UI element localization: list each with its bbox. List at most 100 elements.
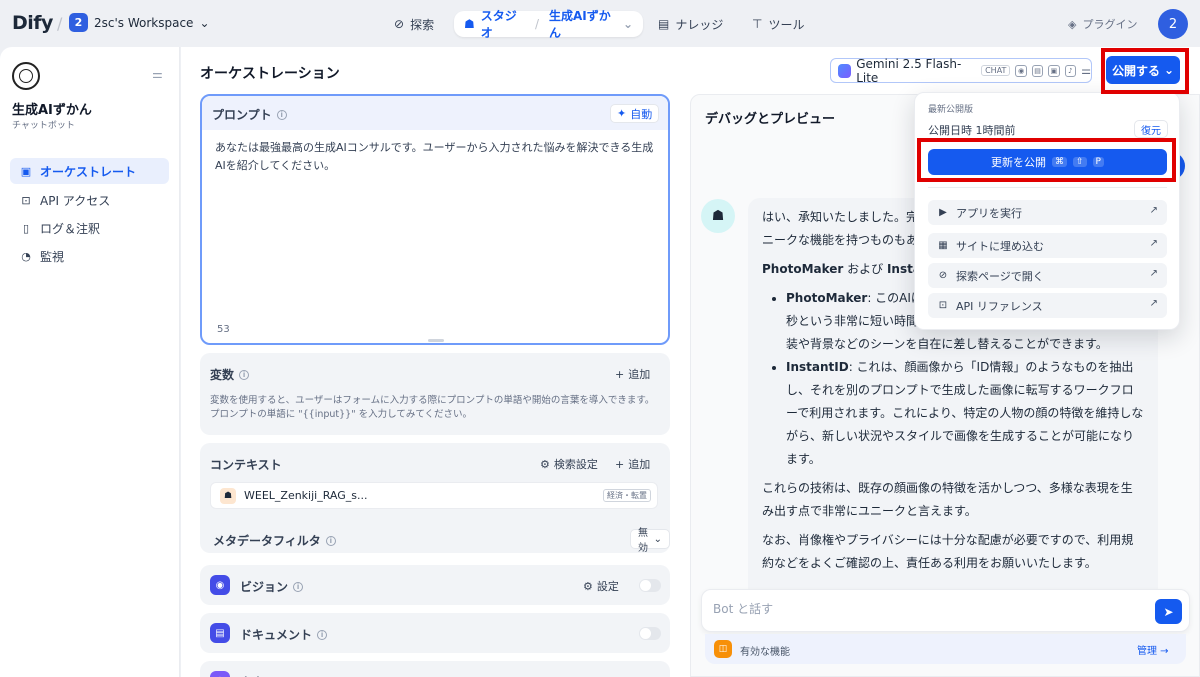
sidebar-item-api-access[interactable]: ⊡ API アクセス: [10, 187, 169, 213]
add-variable-button[interactable]: + 追加: [615, 366, 650, 382]
nav-studio[interactable]: ☗ スタジオ / 生成AIずかん ⌄: [454, 9, 643, 40]
send-button[interactable]: ➤: [1155, 599, 1182, 624]
workspace-switcher[interactable]: 2 2sc's Workspace ⌄: [69, 13, 210, 32]
workspace-name: 2sc's Workspace: [94, 15, 194, 30]
chevron-down-icon: ⌄: [653, 533, 662, 545]
nav-studio-app[interactable]: 生成AIずかん: [549, 7, 617, 41]
enabled-features-bar: ◫ 有効な機能 管理 →: [705, 634, 1186, 664]
context-section: コンテキスト ⚙ 検索設定 + 追加 ☗ WEEL_Zenkiji_RAG_s.…: [200, 443, 670, 554]
context-label: コンテキスト: [210, 458, 282, 472]
features-icon: ◫: [714, 640, 732, 658]
info-icon: i: [276, 109, 287, 120]
dify-logo[interactable]: Dify: [12, 12, 53, 34]
menu-item-explore[interactable]: ⊘ 探索ページで開く ↗: [928, 263, 1167, 288]
nav-separator: /: [57, 14, 63, 33]
sidebar-item-label: API アクセス: [40, 193, 111, 208]
menu-item-label: 探索ページで開く: [956, 269, 1044, 283]
app-name: 生成AIずかん: [12, 103, 92, 118]
debug-title: デバッグとプレビュー: [705, 112, 836, 127]
document-toggle[interactable]: [639, 627, 661, 640]
vision-toggle[interactable]: [639, 579, 661, 592]
nav-explore-label: 探索: [410, 17, 435, 32]
vision-settings-label: 設定: [596, 580, 619, 593]
latest-version-label: 最新公開版: [928, 105, 974, 115]
external-link-icon: ↗: [1149, 298, 1158, 309]
send-icon: ➤: [1163, 604, 1174, 619]
app-sidebar: ⚌ 生成AIずかん チャットボット ▣ オーケストレート ⊡ API アクセス …: [0, 47, 180, 677]
retrieval-settings-button[interactable]: ⚙ 検索設定: [540, 456, 598, 472]
eye-icon: ◉: [210, 575, 230, 595]
menu-item-run-app[interactable]: ▶ アプリを実行 ↗: [928, 200, 1167, 225]
sidebar-item-label: 監視: [40, 249, 65, 264]
nav-knowledge[interactable]: ▤ ナレッジ: [658, 11, 723, 37]
model-selector[interactable]: Gemini 2.5 Flash-Lite CHAT ◉ ▤ ▣ ♪ ⚌: [830, 57, 1092, 85]
hammer-icon: ⊤: [752, 17, 763, 31]
message-paragraph: なお、肖像権やプライバシーには十分な配慮が必要ですので、利用規約などをよくご確認…: [762, 533, 1134, 570]
robot-icon: ☗: [464, 17, 475, 31]
manage-features-button[interactable]: 管理 →: [1137, 642, 1169, 657]
info-icon: i: [293, 581, 304, 592]
vision-settings-button[interactable]: ⚙ 設定: [583, 578, 619, 594]
nav-tools-label: ツール: [768, 17, 805, 32]
info-icon: i: [317, 629, 328, 640]
sliders-icon[interactable]: ⚌: [152, 67, 163, 81]
nav-studio-separator: /: [534, 17, 540, 31]
chevron-down-icon: ⌄: [199, 15, 210, 30]
knowledge-item[interactable]: ☗ WEEL_Zenkiji_RAG_s... 経済・転置: [210, 482, 658, 509]
sidebar-item-logs[interactable]: ▯ ログ＆注釈: [10, 215, 169, 241]
nav-explore[interactable]: ⊘ 探索: [394, 11, 434, 37]
audio-icon: ♪: [210, 671, 230, 677]
book-icon: ▤: [658, 17, 670, 31]
sidebar-item-label: ログ＆注釈: [40, 221, 101, 236]
chat-input[interactable]: [713, 602, 1133, 616]
document-icon: ▤: [210, 623, 230, 643]
explore-icon: ⊘: [938, 270, 948, 281]
external-link-icon: ↗: [1149, 205, 1158, 216]
nav-studio-label: スタジオ: [480, 9, 517, 40]
settings-icon: ⚙: [540, 457, 550, 471]
model-mode-tag: CHAT: [981, 65, 1011, 76]
retrieval-settings-label: 検索設定: [553, 458, 598, 471]
highlight-update-button: [917, 138, 1176, 182]
enabled-features-label: 有効な機能: [740, 647, 790, 658]
info-icon: i: [239, 369, 250, 380]
file-icon: ▤: [1031, 64, 1044, 77]
nav-plugins-label: プラグイン: [1082, 18, 1138, 31]
sidebar-item-monitoring[interactable]: ◔ 監視: [10, 243, 169, 269]
menu-item-embed[interactable]: ▦ サイトに埋め込む ↗: [928, 233, 1167, 258]
prompt-editor[interactable]: プロンプト i ✦ 自動 あなたは最強最高の生成AIコンサルです。ユーザーから入…: [200, 94, 670, 345]
nav-tools[interactable]: ⊤ ツール: [752, 11, 804, 37]
plus-icon: +: [615, 457, 625, 471]
compass-icon: ⊘: [394, 17, 405, 31]
settings-icon: ⚙: [583, 579, 593, 593]
highlight-publish-button: [1101, 48, 1189, 94]
add-context-button[interactable]: + 追加: [615, 456, 650, 472]
chat-input-box: ➤: [701, 589, 1190, 632]
plus-icon: +: [615, 367, 625, 381]
page-title: オーケストレーション: [200, 66, 340, 82]
vision-label: ビジョン i: [240, 578, 304, 595]
auto-generate-button[interactable]: ✦ 自動: [610, 104, 660, 123]
sliders-icon[interactable]: ⚌: [1081, 64, 1091, 77]
prompt-label: プロンプト i: [212, 106, 287, 123]
external-link-icon: ↗: [1149, 268, 1158, 279]
nav-plugins[interactable]: ◈ プラグイン: [1068, 16, 1137, 32]
add-label: 追加: [628, 368, 651, 381]
knowledge-name: WEEL_Zenkiji_RAG_s...: [244, 489, 368, 502]
top-nav: Dify / 2 2sc's Workspace ⌄ ⊘ 探索 ☗ スタジオ /…: [0, 0, 1200, 47]
restore-button[interactable]: 復元: [1134, 120, 1168, 138]
sparkle-icon: ✦: [617, 107, 627, 120]
message-paragraph: これらの技術は、既存の顔画像の特徴を活かしつつ、多様な表現を生み出す点で非常にユ…: [762, 481, 1133, 518]
prompt-char-count: 53: [217, 324, 230, 335]
info-icon: i: [325, 535, 336, 546]
add-label: 追加: [628, 458, 651, 471]
user-avatar[interactable]: 2: [1158, 9, 1188, 39]
menu-item-api-reference[interactable]: ⊡ API リファレンス ↗: [928, 293, 1167, 318]
variables-section: 変数 i + 追加 変数を使用すると、ユーザーはフォームに入力する際にプロンプト…: [200, 353, 670, 435]
sidebar-item-orchestrate[interactable]: ▣ オーケストレート: [10, 158, 169, 184]
prompt-text[interactable]: あなたは最強最高の生成AIコンサルです。ユーザーから入力された悩みを解決できる生…: [215, 139, 655, 175]
gemini-icon: [838, 63, 852, 78]
document-icon: ▯: [22, 221, 30, 235]
resize-handle[interactable]: [428, 339, 444, 342]
metadata-filter-select[interactable]: 無効 ⌄: [630, 528, 670, 554]
